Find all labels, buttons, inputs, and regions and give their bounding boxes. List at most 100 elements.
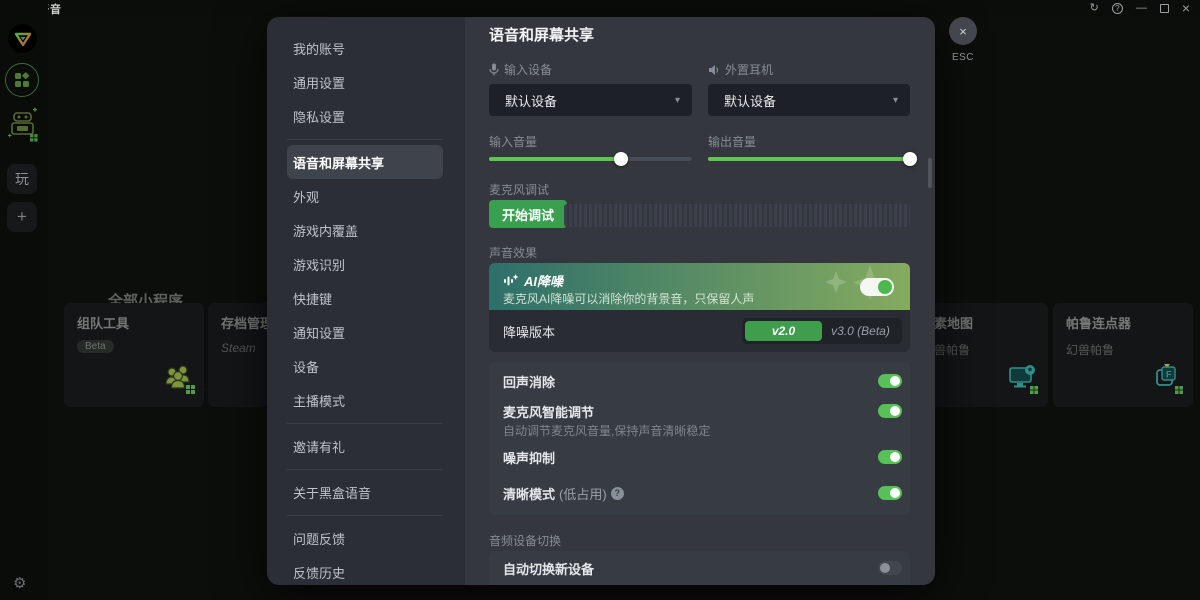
microphone-icon: [489, 63, 499, 76]
nav-item-streamer-mode[interactable]: 主播模式: [287, 383, 443, 417]
page-title: 语音和屏幕共享: [489, 24, 594, 45]
ai-noise-toggle[interactable]: [860, 278, 894, 296]
slider-thumb[interactable]: [903, 152, 917, 166]
card-auto-clicker[interactable]: 帕鲁连点器 幻兽帕鲁 F: [1053, 303, 1193, 407]
chevron-down-icon: ▾: [893, 95, 898, 106]
row-label: 噪声抑制: [503, 448, 878, 467]
settings-gear-icon[interactable]: ⚙: [13, 574, 26, 592]
input-volume-label: 输入音量: [489, 133, 537, 150]
play-button[interactable]: 玩: [7, 164, 37, 194]
ai-denoise-icon: [503, 274, 518, 287]
input-device-label: 输入设备: [489, 61, 552, 78]
map-monitor-pin-icon: [1008, 362, 1040, 399]
settings-nav: 我的账号 通用设置 隐私设置 语音和屏幕共享 外观 游戏内覆盖 游戏识别 快捷键…: [267, 17, 465, 585]
nav-item-account[interactable]: 我的账号: [287, 31, 443, 65]
card-subtitle: 幻兽帕鲁: [1066, 341, 1180, 358]
selected-value: 默认设备: [724, 91, 893, 110]
card-title: 组队工具: [77, 313, 191, 332]
voice-toggles-panel: 回声消除 麦克风智能调节 自动调节麦克风音量,保持声音清晰稳定 噪声抑制 清晰模…: [489, 362, 910, 515]
add-button[interactable]: +: [7, 202, 37, 232]
ai-banner-desc: 麦克风AI降噪可以消除你的背景音，只保留人声: [503, 290, 754, 307]
svg-text:F: F: [1166, 370, 1172, 380]
maximize-icon[interactable]: [1160, 4, 1169, 13]
nav-item-game-detect[interactable]: 游戏识别: [287, 247, 443, 281]
window-controls: ↻ ? — ×: [1090, 0, 1190, 16]
card-subtitle: 兽帕鲁: [934, 341, 1035, 358]
toggle-knob: [890, 452, 900, 462]
label-suffix: (低占用): [559, 484, 607, 503]
close-window-icon[interactable]: ×: [1182, 1, 1190, 15]
nav-item-about[interactable]: 关于黑盒语音: [287, 475, 443, 509]
nav-item-privacy[interactable]: 隐私设置: [287, 99, 443, 133]
slider-thumb[interactable]: [614, 152, 628, 166]
scrollbar-thumb[interactable]: [928, 158, 932, 188]
output-device-label: 外置耳机: [708, 61, 773, 78]
team-people-icon: [162, 360, 196, 399]
toggle-knob: [890, 488, 900, 498]
card-title: 素地图: [934, 313, 1035, 332]
nav-item-invite[interactable]: 邀请有礼: [287, 429, 443, 463]
chevron-down-icon: ▾: [675, 95, 680, 106]
toggle-knob: [880, 563, 890, 573]
version-option-v3[interactable]: v3.0 (Beta): [822, 321, 899, 341]
device-switch-panel: 自动切换新设备: [489, 551, 910, 585]
nav-divider: [287, 423, 443, 424]
nav-item-feedback-history[interactable]: 反馈历史: [287, 555, 443, 585]
settings-modal: 我的账号 通用设置 隐私设置 语音和屏幕共享 外观 游戏内覆盖 游戏识别 快捷键…: [267, 17, 935, 585]
input-device-select[interactable]: 默认设备 ▾: [489, 84, 692, 116]
clear-mode-toggle[interactable]: [878, 486, 902, 500]
robot-assistant-icon[interactable]: [6, 103, 39, 143]
version-option-v2[interactable]: v2.0: [745, 321, 822, 341]
nav-item-hotkeys[interactable]: 快捷键: [287, 281, 443, 315]
card-team-tool[interactable]: 组队工具 Beta: [64, 303, 204, 407]
nav-item-general[interactable]: 通用设置: [287, 65, 443, 99]
auto-switch-toggle[interactable]: [878, 561, 902, 575]
sound-effects-section-label: 声音效果: [489, 244, 537, 261]
nav-divider: [287, 515, 443, 516]
output-volume-slider[interactable]: [708, 157, 910, 161]
esc-hint: ESC: [949, 52, 977, 63]
toggle-row-smart-mic: 麦克风智能调节: [503, 400, 902, 422]
row-label: 回声消除: [503, 372, 878, 391]
nav-divider: [287, 469, 443, 470]
smart-mic-toggle[interactable]: [878, 404, 902, 418]
nav-item-devices[interactable]: 设备: [287, 349, 443, 383]
echo-cancel-toggle[interactable]: [878, 374, 902, 388]
nav-divider: [287, 139, 443, 140]
label-text: 外置耳机: [725, 61, 773, 78]
refresh-icon[interactable]: ↻: [1090, 1, 1099, 15]
output-volume-label: 输出音量: [708, 133, 756, 150]
toggle-row-auto-switch: 自动切换新设备: [503, 551, 902, 585]
selected-value: 默认设备: [505, 91, 675, 110]
app-logo-icon[interactable]: [8, 24, 37, 53]
start-test-button[interactable]: 开始调试: [489, 200, 567, 228]
mic-test-label: 麦克风调试: [489, 181, 549, 198]
nav-item-overlay[interactable]: 游戏内覆盖: [287, 213, 443, 247]
close-icon[interactable]: ×: [949, 17, 977, 45]
app-window: 黑盒语音 ↻ ? — ×: [0, 0, 1200, 600]
noise-version-row: 降噪版本 v2.0 v3.0 (Beta): [489, 310, 910, 352]
mini-programs-icon[interactable]: [5, 63, 39, 97]
row-label: 麦克风智能调节: [503, 402, 878, 421]
nav-item-voice-screen-share[interactable]: 语音和屏幕共享: [287, 145, 443, 179]
smart-mic-desc: 自动调节麦克风音量,保持声音清晰稳定: [503, 422, 710, 439]
version-segmented-control: v2.0 v3.0 (Beta): [742, 318, 902, 344]
noise-suppress-toggle[interactable]: [878, 450, 902, 464]
ai-noise-reduction-banner: AI降噪 麦克风AI降噪可以消除你的背景音，只保留人声: [489, 263, 910, 310]
slider-fill: [708, 157, 910, 161]
label-text: 清晰模式: [503, 484, 555, 503]
card-title: 帕鲁连点器: [1066, 313, 1180, 332]
minimize-icon[interactable]: —: [1136, 1, 1147, 15]
help-icon[interactable]: ?: [1112, 3, 1123, 14]
slider-fill: [489, 157, 621, 161]
ai-banner-title-row: AI降噪: [503, 271, 563, 290]
mic-level-meter: [564, 204, 910, 227]
toggle-knob: [890, 406, 900, 416]
nav-item-notifications[interactable]: 通知设置: [287, 315, 443, 349]
nav-item-appearance[interactable]: 外观: [287, 179, 443, 213]
nav-item-feedback[interactable]: 问题反馈: [287, 521, 443, 555]
help-circle-icon[interactable]: ?: [611, 487, 624, 500]
output-device-select[interactable]: 默认设备 ▾: [708, 84, 910, 116]
input-volume-slider[interactable]: [489, 157, 692, 161]
left-rail: 玩 + ⚙: [0, 0, 48, 600]
